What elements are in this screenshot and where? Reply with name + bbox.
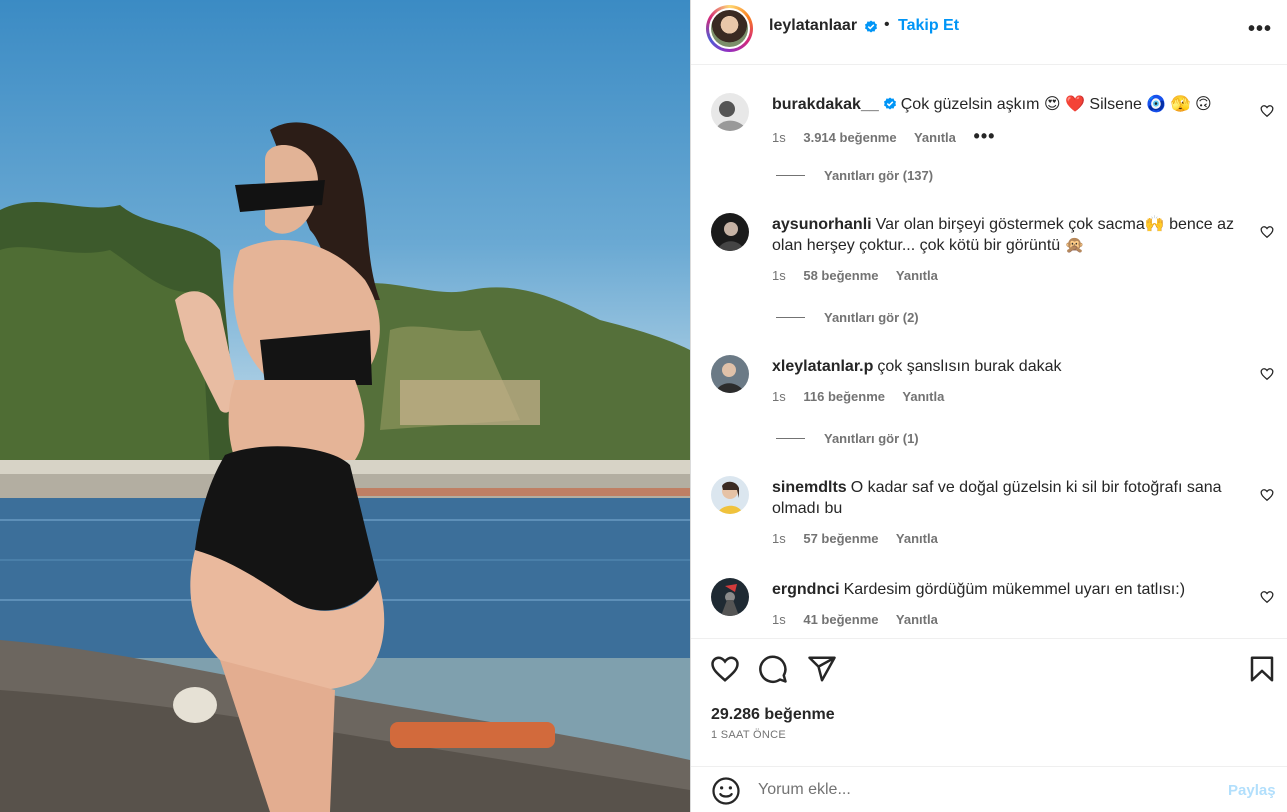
verified-badge-icon: [883, 97, 896, 110]
comment-text: ergndnci Kardesim gördüğüm mükemmel uyarı…: [772, 579, 1252, 600]
comment-likes[interactable]: 3.914 beğenme: [803, 130, 896, 145]
comment-body: Kardesim gördüğüm mükemmel uyarı en tatl…: [843, 581, 1186, 598]
emoji-icon[interactable]: [711, 776, 741, 806]
reply-button[interactable]: Yanıtla: [896, 612, 938, 627]
comment-likes[interactable]: 116 beğenme: [803, 389, 885, 404]
view-replies-button[interactable]: Yanıtları gör (2): [776, 310, 919, 325]
comment-input[interactable]: [758, 778, 1218, 802]
comment-like-heart-icon[interactable]: [1260, 590, 1274, 604]
comment-time[interactable]: 1s: [772, 268, 786, 283]
reply-button[interactable]: Yanıtla: [914, 130, 956, 145]
comment-meta: 1s 57 beğenme Yanıtla: [772, 531, 952, 546]
author-avatar[interactable]: [706, 5, 753, 52]
reply-button[interactable]: Yanıtla: [902, 389, 944, 404]
beach-photo-illustration: [0, 122, 690, 812]
post-comment-button[interactable]: Paylaş: [1228, 782, 1276, 799]
comment-body: Çok güzelsin aşkım 😍 ❤️ Silsene 🧿 🫣 🙃: [900, 96, 1212, 113]
comment-like-heart-icon[interactable]: [1260, 104, 1274, 118]
comment-like-heart-icon[interactable]: [1260, 488, 1274, 502]
comment-avatar[interactable]: [711, 93, 749, 131]
post-like-count[interactable]: 29.286 beğenme: [711, 706, 835, 724]
verified-badge-icon: [865, 20, 877, 33]
comment-avatar[interactable]: [711, 213, 749, 251]
view-replies-label: Yanıtları gör (1): [824, 431, 919, 446]
comment-more-icon[interactable]: •••: [974, 126, 996, 146]
comment-avatar[interactable]: [711, 476, 749, 514]
comment-meta: 1s 58 beğenme Yanıtla: [772, 268, 952, 283]
comment-meta: 1s 41 beğenme Yanıtla: [772, 612, 952, 627]
separator-dot: •: [884, 16, 890, 33]
post-details-panel: leylatanlaar • Takip Et ••• burakdakak__…: [690, 0, 1287, 812]
comment-like-heart-icon[interactable]: [1260, 367, 1274, 381]
comment-text: sinemdlts O kadar saf ve doğal güzelsin k…: [772, 477, 1252, 519]
comment-username[interactable]: xleylatanlar.p: [772, 358, 873, 375]
reply-button[interactable]: Yanıtla: [896, 268, 938, 283]
comment-avatar[interactable]: [711, 355, 749, 393]
send-icon[interactable]: [807, 654, 837, 684]
comment-text: xleylatanlar.p çok şanslısın burak dakak: [772, 356, 1252, 377]
post-actions-bar: [691, 652, 1287, 688]
comment-body: çok şanslısın burak dakak: [877, 358, 1062, 375]
comment-likes[interactable]: 41 beğenme: [803, 612, 878, 627]
bookmark-icon[interactable]: [1247, 654, 1277, 684]
comment-text: burakdakak__ Çok güzelsin aşkım 😍 ❤️ Sils…: [772, 94, 1252, 115]
comment-like-heart-icon[interactable]: [1260, 225, 1274, 239]
comment-list[interactable]: burakdakak__ Çok güzelsin aşkım 😍 ❤️ Sils…: [691, 65, 1287, 638]
comment-icon[interactable]: [758, 654, 788, 684]
view-replies-button[interactable]: Yanıtları gör (137): [776, 168, 933, 183]
comment-time[interactable]: 1s: [772, 612, 786, 627]
comment-text: aysunorhanli Var olan birşeyi göstermek ç…: [772, 214, 1252, 256]
comment-composer: Paylaş: [691, 767, 1287, 812]
view-replies-label: Yanıtları gör (2): [824, 310, 919, 325]
comment-likes[interactable]: 58 beğenme: [803, 268, 878, 283]
comment-avatar[interactable]: [711, 578, 749, 616]
comment-meta: 1s 116 beğenme Yanıtla: [772, 389, 958, 404]
comment-username[interactable]: sinemdlts: [772, 479, 847, 496]
heart-icon[interactable]: [710, 654, 740, 684]
comment-time[interactable]: 1s: [772, 130, 786, 145]
post-header: leylatanlaar • Takip Et •••: [691, 0, 1287, 57]
view-replies-label: Yanıtları gör (137): [824, 168, 934, 183]
view-replies-button[interactable]: Yanıtları gör (1): [776, 431, 919, 446]
comment-time[interactable]: 1s: [772, 389, 786, 404]
post-photo[interactable]: [0, 0, 690, 812]
comment-username[interactable]: burakdakak__: [772, 96, 879, 113]
post-timestamp[interactable]: 1 SAAT ÖNCE: [711, 729, 786, 741]
comment-username[interactable]: ergndnci: [772, 581, 840, 598]
comment-time[interactable]: 1s: [772, 531, 786, 546]
comment-meta: 1s 3.914 beğenme Yanıtla •••: [772, 126, 1009, 147]
more-options-icon[interactable]: •••: [1248, 18, 1272, 41]
comment-likes[interactable]: 57 beğenme: [803, 531, 878, 546]
follow-button[interactable]: Takip Et: [898, 17, 959, 35]
reply-button[interactable]: Yanıtla: [896, 531, 938, 546]
author-username[interactable]: leylatanlaar: [769, 17, 857, 35]
comment-username[interactable]: aysunorhanli: [772, 216, 872, 233]
actions-divider: [691, 638, 1287, 639]
